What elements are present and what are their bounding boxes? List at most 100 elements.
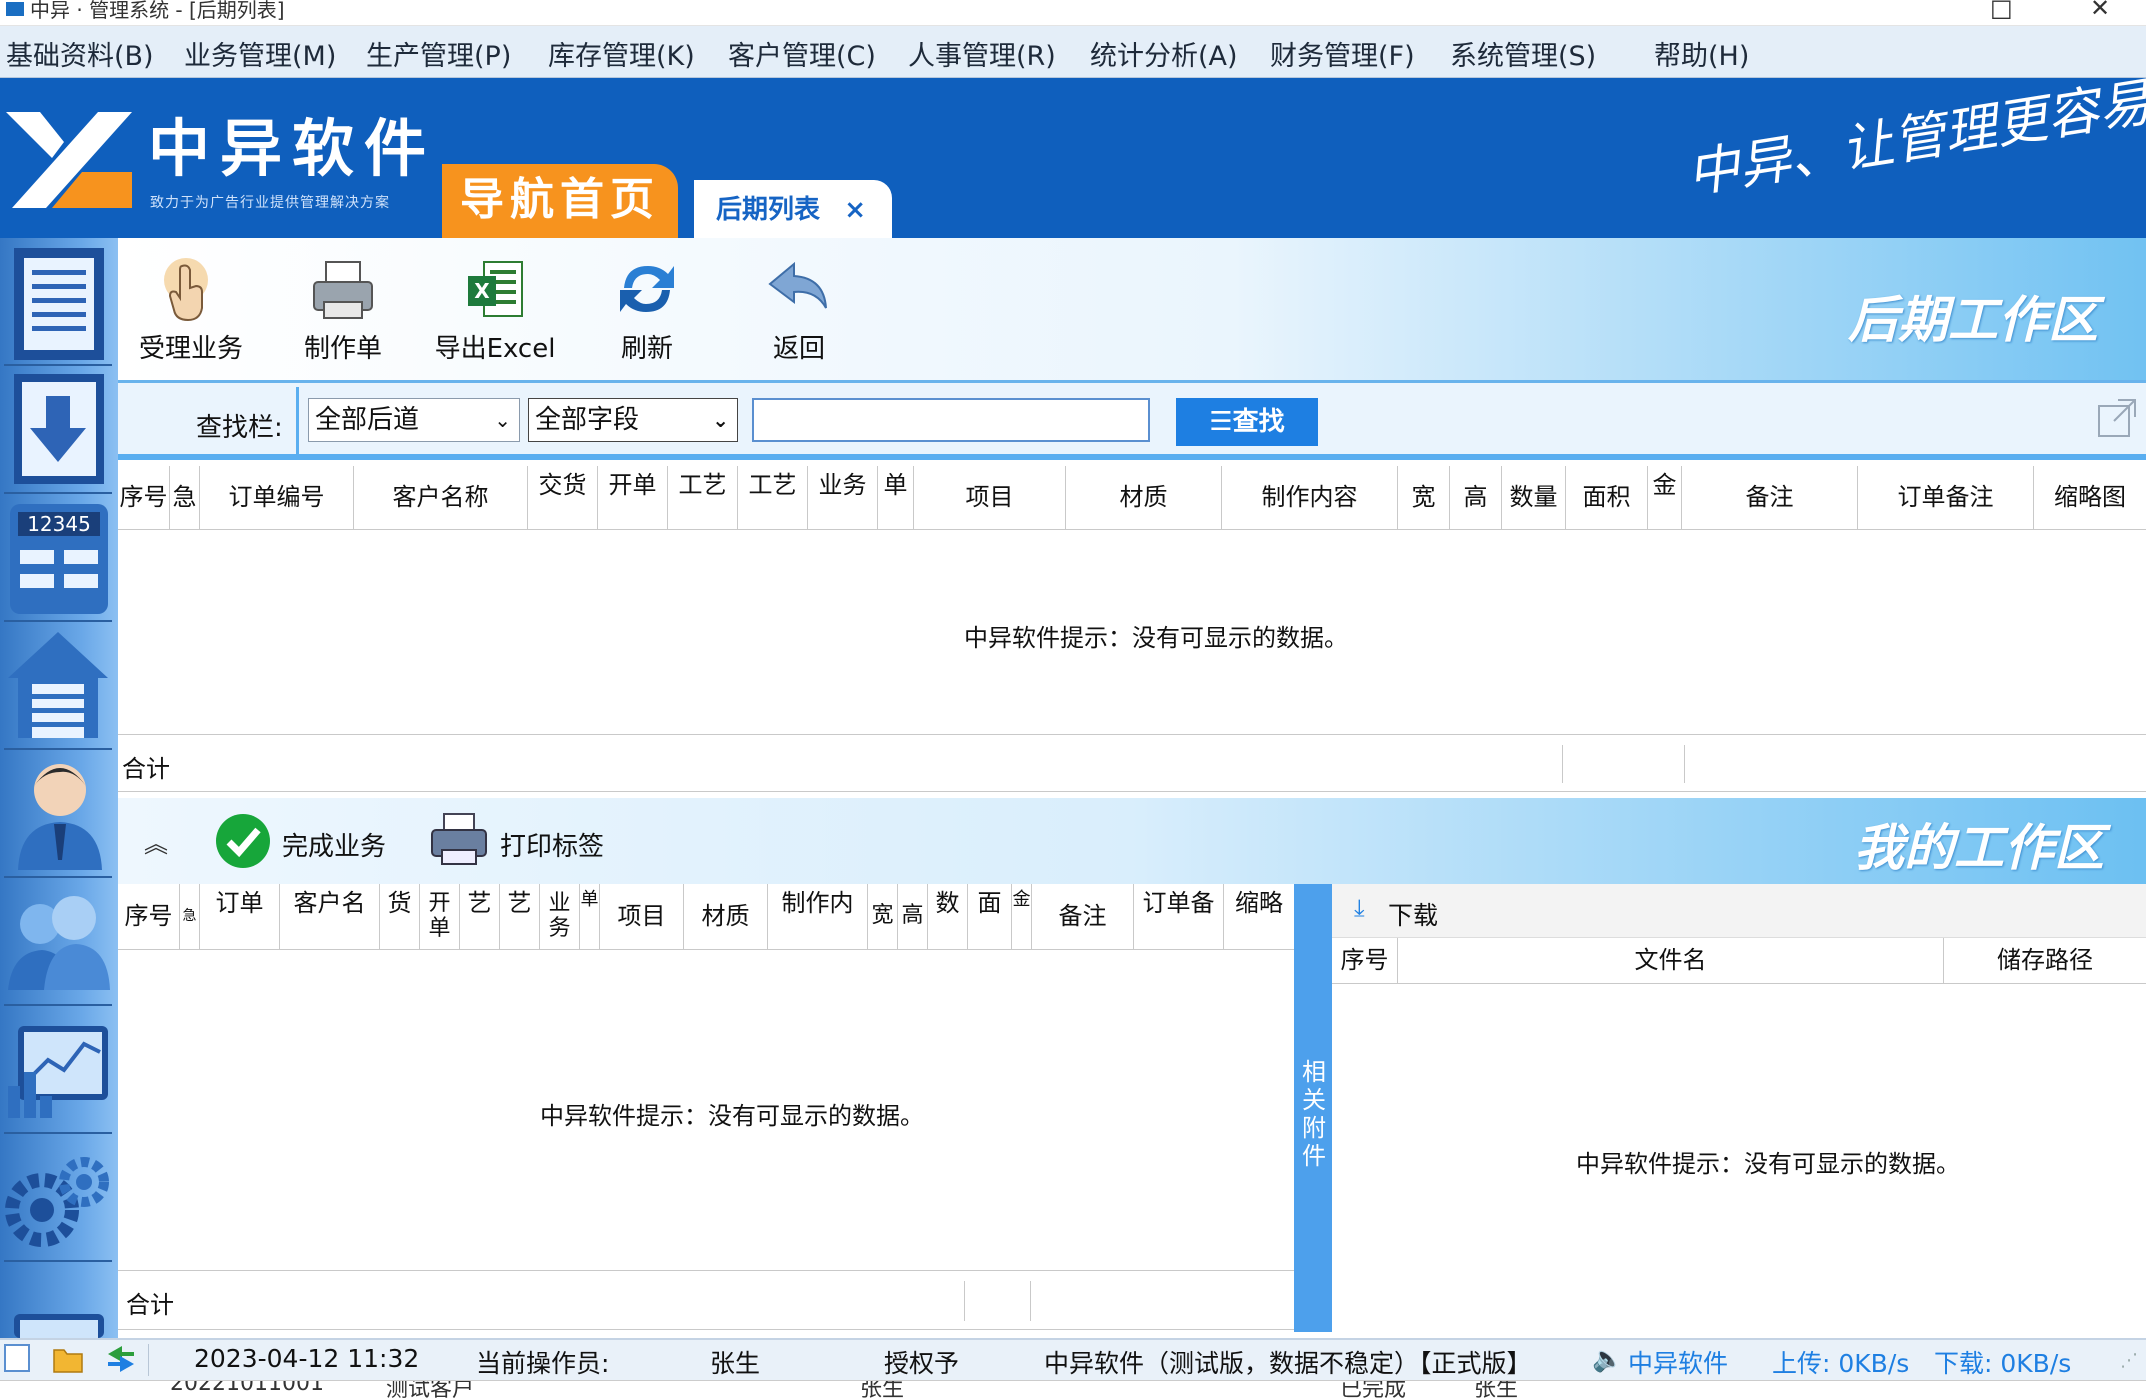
post-work-area-title: 后期工作区 xyxy=(1848,290,2098,349)
complete-business-button[interactable]: 完成业务 xyxy=(214,812,404,870)
col-item[interactable]: 项目 xyxy=(600,884,684,949)
status-brand[interactable]: 中异软件 xyxy=(1628,1344,1728,1380)
col-urgent[interactable]: 急 xyxy=(180,884,200,949)
col-open[interactable]: 开单 xyxy=(420,884,460,949)
col-item[interactable]: 项目 xyxy=(914,466,1066,529)
col-filename[interactable]: 文件名 xyxy=(1398,938,1944,983)
menu-help[interactable]: 帮助(H) xyxy=(1654,34,1749,73)
col-remark[interactable]: 备注 xyxy=(1682,466,1858,529)
menu-finance[interactable]: 财务管理(F) xyxy=(1270,34,1415,73)
col-process-1[interactable]: 工艺 xyxy=(668,466,738,529)
menu-customers[interactable]: 客户管理(C) xyxy=(728,34,876,73)
folder-open-icon[interactable] xyxy=(52,1344,86,1374)
print-label-button[interactable]: 打印标签 xyxy=(428,808,618,870)
col-process-2[interactable]: 工艺 xyxy=(738,466,808,529)
col-sales[interactable]: 业务 xyxy=(540,884,580,949)
col-material[interactable]: 材质 xyxy=(1066,466,1222,529)
col-width[interactable]: 宽 xyxy=(868,884,898,949)
col-open[interactable]: 开单 xyxy=(598,466,668,529)
sidebar-item-more[interactable] xyxy=(4,1262,112,1338)
login-icon[interactable] xyxy=(4,1344,30,1372)
close-icon[interactable]: × xyxy=(844,180,866,240)
menu-hr[interactable]: 人事管理(R) xyxy=(908,34,1056,73)
refresh-label: 刷新 xyxy=(620,334,673,364)
sidebar-item-calculator[interactable]: 12345 xyxy=(4,494,112,622)
download-button[interactable]: ⤓ 下载 xyxy=(1354,894,1474,930)
col-customer[interactable]: 客户名 xyxy=(280,884,380,949)
col-qty[interactable]: 数量 xyxy=(1502,466,1566,529)
field-select[interactable]: 全部字段 ⌄ xyxy=(528,398,738,442)
col-material[interactable]: 材质 xyxy=(684,884,768,949)
col-height[interactable]: 高 xyxy=(898,884,928,949)
col-order-no[interactable]: 订单编号 xyxy=(200,466,354,529)
col-delivery[interactable]: 货 xyxy=(380,884,420,949)
collapse-button[interactable]: ︽ xyxy=(144,824,168,859)
col-urgent[interactable]: 急 xyxy=(170,466,200,529)
col-remark[interactable]: 备注 xyxy=(1032,884,1134,949)
back-label: 返回 xyxy=(772,334,825,364)
col-qty[interactable]: 数 xyxy=(928,884,968,949)
col-seq[interactable]: 序号 xyxy=(118,466,170,529)
make-order-button[interactable]: 制作单 xyxy=(278,254,408,365)
sidebar-item-customers[interactable] xyxy=(4,878,112,1006)
col-doc[interactable]: 单 xyxy=(878,466,914,529)
col-amount[interactable]: 金 xyxy=(1648,466,1682,529)
refresh-button[interactable]: 刷新 xyxy=(582,254,712,365)
col-seq[interactable]: 序号 xyxy=(118,884,180,949)
sidebar-item-statistics[interactable] xyxy=(4,1006,112,1134)
col-process-1[interactable]: 艺 xyxy=(460,884,500,949)
col-customer[interactable]: 客户名称 xyxy=(354,466,528,529)
menu-inventory[interactable]: 库存管理(K) xyxy=(548,34,695,73)
tab-post-list[interactable]: 后期列表 × xyxy=(694,180,892,238)
resize-grip-icon[interactable]: ⋰ xyxy=(2120,1350,2138,1371)
printer-icon xyxy=(313,261,373,319)
col-area[interactable]: 面 xyxy=(968,884,1012,949)
col-delivery[interactable]: 交货 xyxy=(528,466,598,529)
tab-nav-home[interactable]: 导航首页 xyxy=(442,164,678,238)
col-width[interactable]: 宽 xyxy=(1398,466,1450,529)
calculator-display: 12345 xyxy=(27,512,91,536)
menu-basic-data[interactable]: 基础资料(B) xyxy=(6,34,154,73)
my-work-area-title: 我的工作区 xyxy=(1854,818,2104,877)
speaker-icon[interactable]: 🔈 xyxy=(1592,1344,1623,1374)
col-storage-path[interactable]: 储存路径 xyxy=(1944,938,2146,983)
col-doc[interactable]: 单 xyxy=(580,884,600,949)
col-order[interactable]: 订单 xyxy=(200,884,280,949)
menu-production[interactable]: 生产管理(P) xyxy=(366,34,511,73)
col-process-2[interactable]: 艺 xyxy=(500,884,540,949)
col-thumbnail[interactable]: 缩略图 xyxy=(2034,466,2146,529)
close-window-button[interactable]: ✕ xyxy=(2090,0,2110,22)
sidebar-item-warehouse[interactable] xyxy=(4,622,112,750)
accept-business-button[interactable]: 受理业务 xyxy=(126,254,256,365)
col-area[interactable]: 面积 xyxy=(1566,466,1648,529)
top-total-label: 合计 xyxy=(122,755,170,783)
sidebar-item-staff[interactable] xyxy=(4,750,112,878)
col-order-remark[interactable]: 订单备注 xyxy=(1858,466,2034,529)
pop-out-icon[interactable] xyxy=(2096,397,2138,439)
warehouse-icon xyxy=(8,632,108,738)
find-button[interactable]: ☰查找 xyxy=(1176,398,1318,446)
chevron-down-icon: ⌄ xyxy=(712,408,729,432)
sidebar-item-import[interactable] xyxy=(4,366,112,494)
col-sales[interactable]: 业务 xyxy=(808,466,878,529)
sidebar-item-documents[interactable] xyxy=(4,238,112,366)
maximize-button[interactable]: □ xyxy=(1990,0,2013,22)
sidebar-item-settings[interactable] xyxy=(4,1134,112,1262)
partial-sales: 张生 xyxy=(860,1380,905,1400)
menu-business[interactable]: 业务管理(M) xyxy=(184,34,336,73)
col-height[interactable]: 高 xyxy=(1450,466,1502,529)
menu-statistics[interactable]: 统计分析(A) xyxy=(1090,34,1238,73)
col-content[interactable]: 制作内容 xyxy=(1222,466,1398,529)
col-seq[interactable]: 序号 xyxy=(1332,938,1398,983)
search-input[interactable] xyxy=(752,398,1150,442)
col-thumbnail[interactable]: 缩略 xyxy=(1224,884,1294,949)
back-button[interactable]: 返回 xyxy=(734,254,864,365)
sync-icon[interactable] xyxy=(104,1344,138,1374)
menu-system[interactable]: 系统管理(S) xyxy=(1450,34,1596,73)
process-select[interactable]: 全部后道 ⌄ xyxy=(308,398,520,442)
attachments-toggle[interactable]: 相 关 附 件 xyxy=(1294,884,1332,1332)
export-excel-button[interactable]: X 导出Excel xyxy=(430,254,560,365)
col-order-remark[interactable]: 订单备 xyxy=(1134,884,1224,949)
col-amount[interactable]: 金 xyxy=(1012,884,1032,949)
col-content[interactable]: 制作内 xyxy=(768,884,868,949)
